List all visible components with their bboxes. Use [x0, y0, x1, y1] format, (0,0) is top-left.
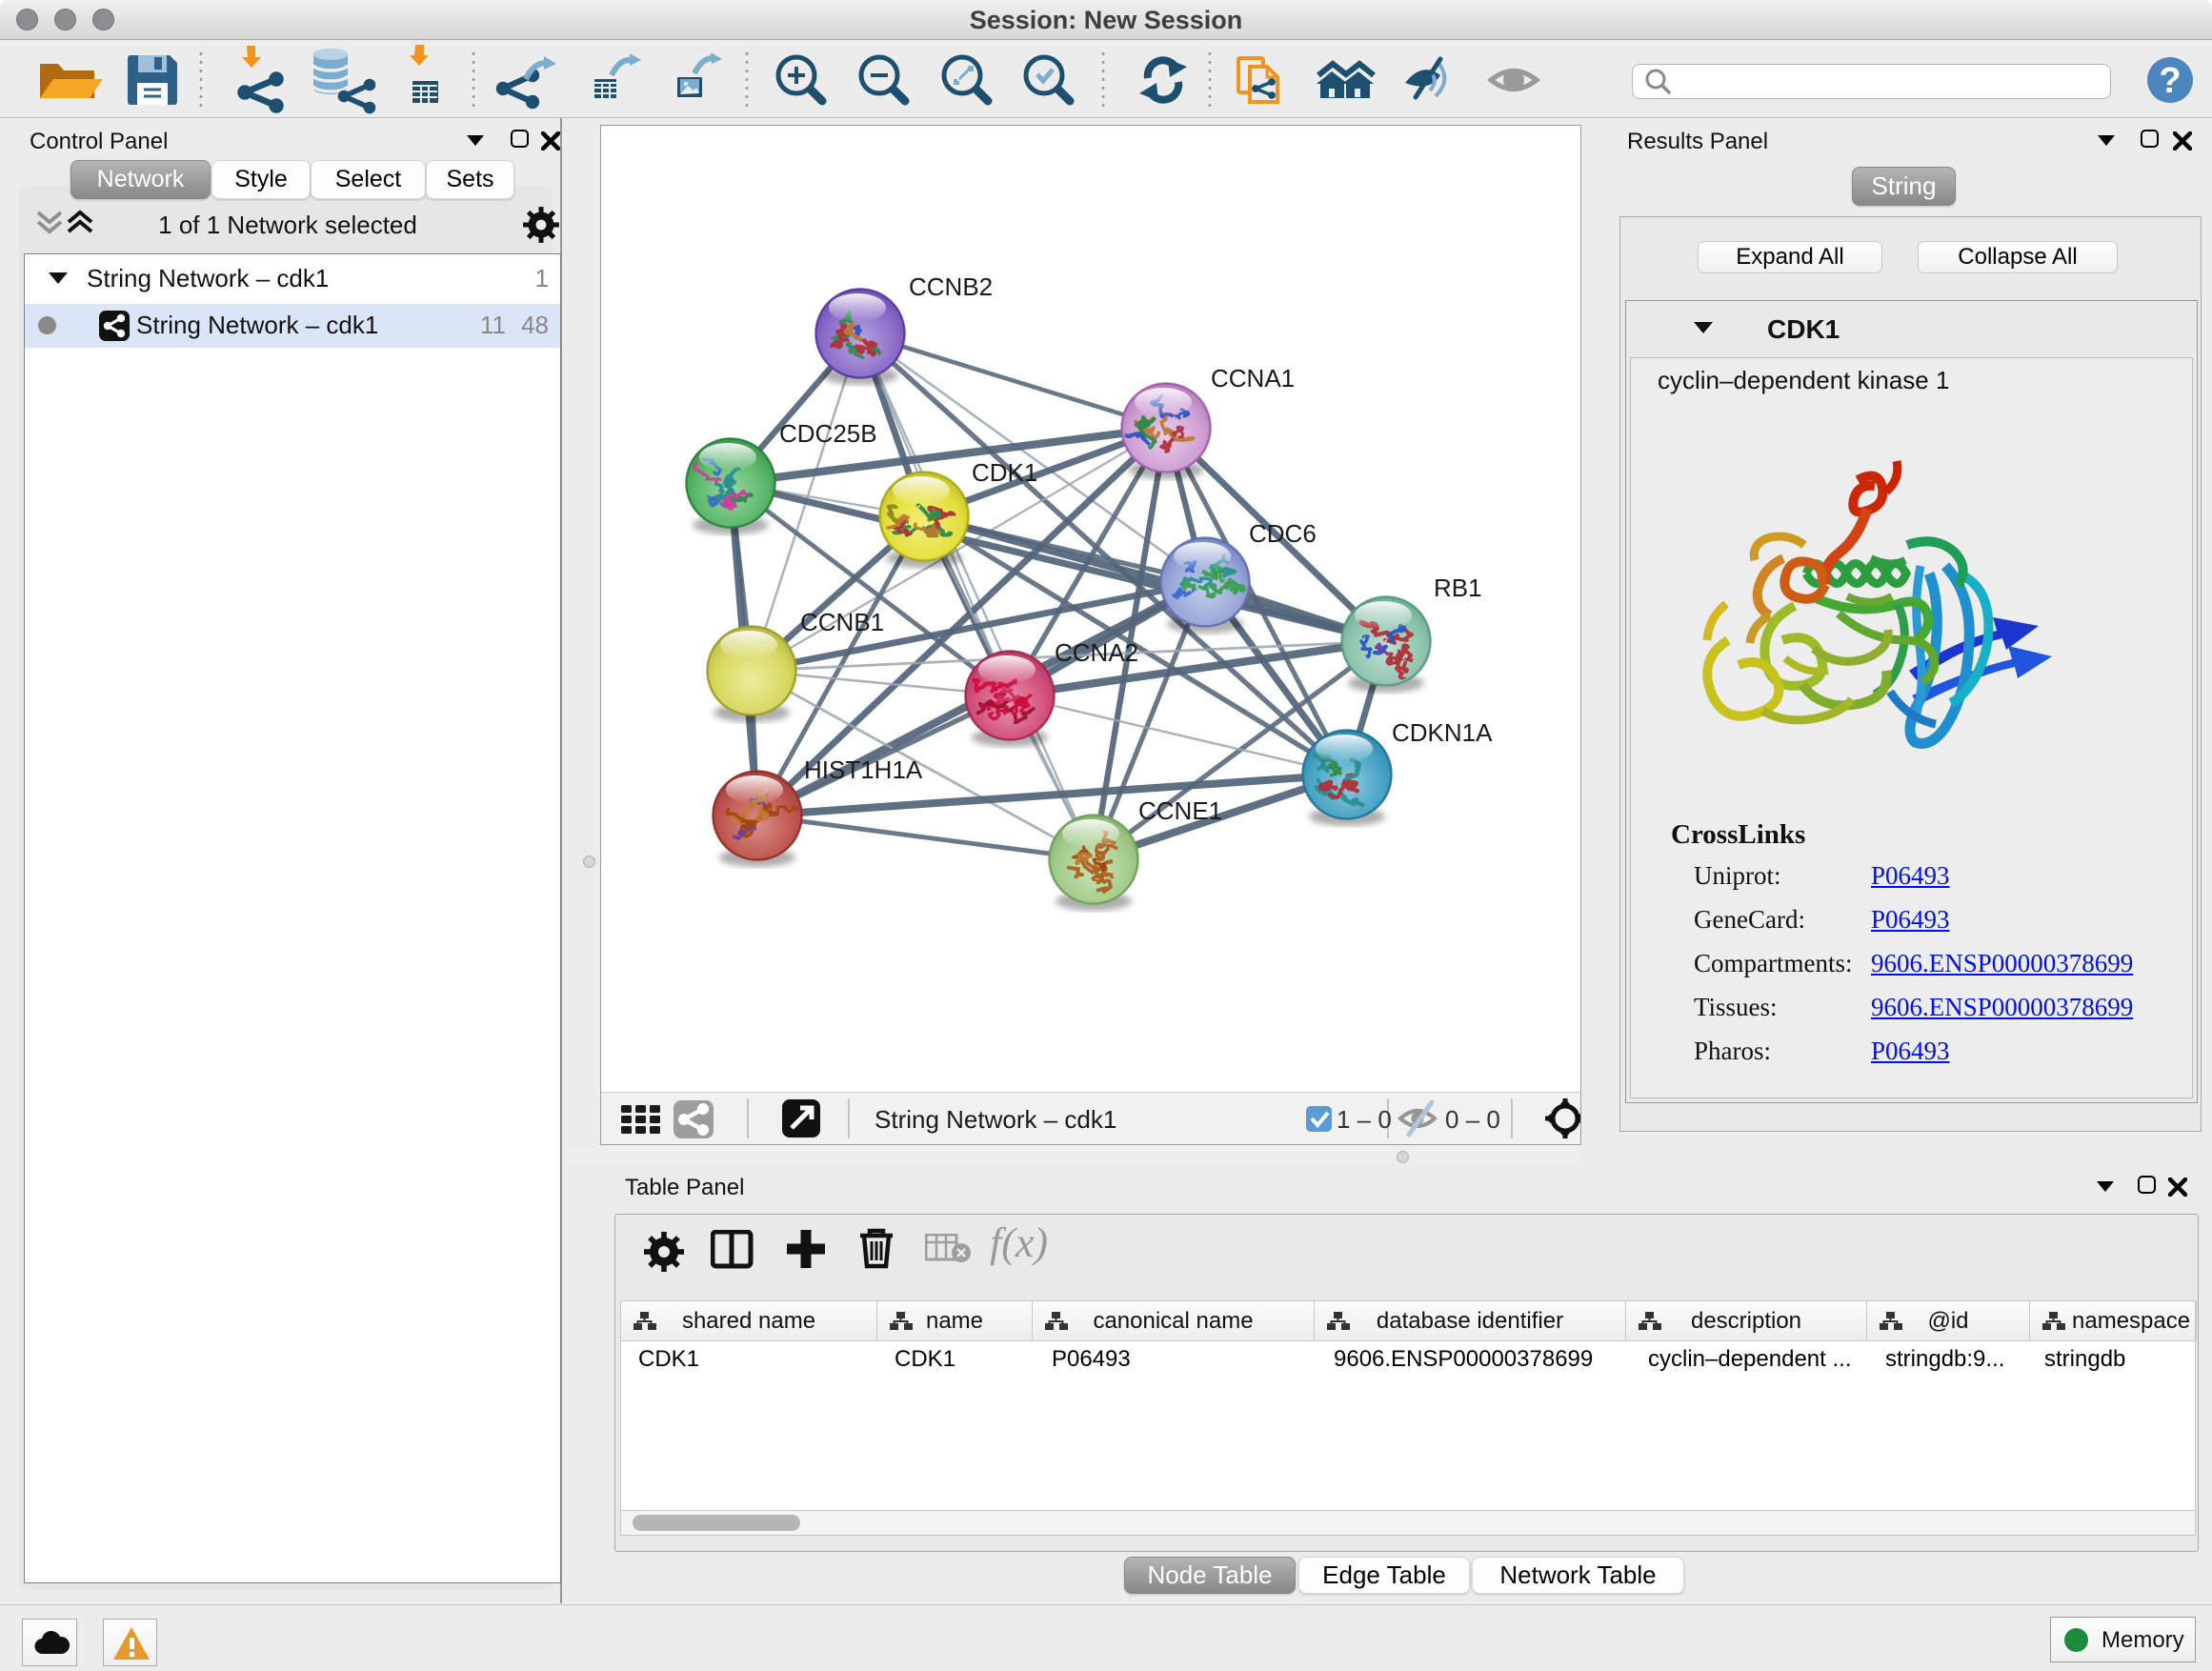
svg-text:CDK1: CDK1: [972, 458, 1037, 487]
svg-text:CDKN1A: CDKN1A: [1392, 718, 1493, 747]
svg-text:HIST1H1A: HIST1H1A: [804, 755, 923, 784]
svg-text:CDC6: CDC6: [1249, 519, 1317, 548]
svg-text:CDC25B: CDC25B: [779, 419, 877, 448]
svg-text:CCNA1: CCNA1: [1211, 364, 1295, 393]
svg-text:RB1: RB1: [1434, 574, 1482, 602]
svg-text:CCNB1: CCNB1: [800, 608, 884, 636]
svg-text:CCNE1: CCNE1: [1138, 796, 1222, 825]
svg-text:CCNB2: CCNB2: [909, 272, 993, 301]
svg-text:?: ?: [2159, 61, 2181, 101]
svg-text:CCNA2: CCNA2: [1055, 638, 1138, 667]
